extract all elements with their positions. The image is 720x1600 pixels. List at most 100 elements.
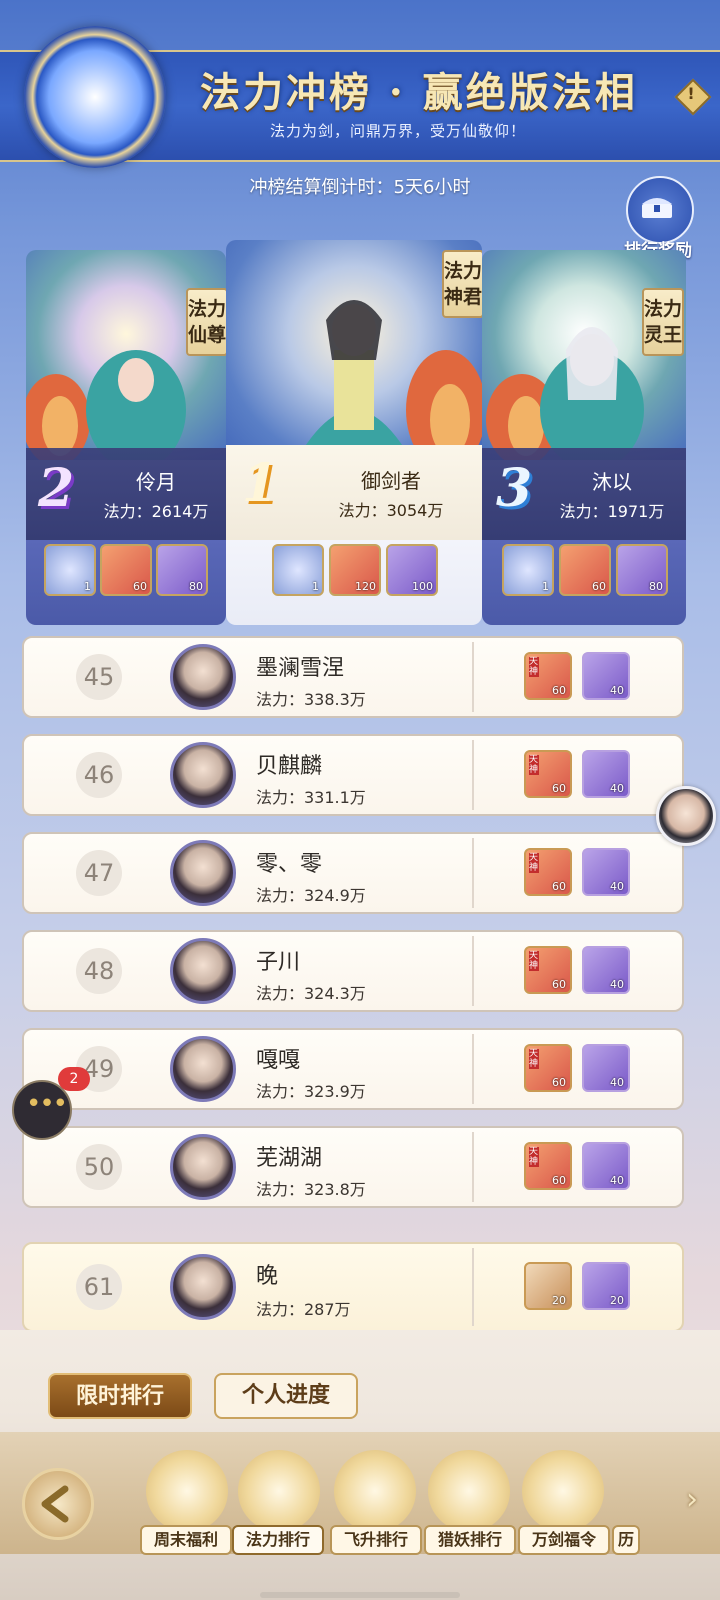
podium-rank-3[interactable]: 法力灵王 3 沐以 法力：1971万 1 60 80 — [482, 250, 686, 625]
leaderboard-row[interactable]: 46 贝麒麟 法力：331.1万 天神 60 40 — [22, 734, 684, 816]
rank-2-plate: 2 伶月 法力：2614万 — [26, 448, 226, 540]
player-name: 子川 — [256, 950, 301, 975]
avatar[interactable] — [170, 742, 236, 808]
rank-2-name: 伶月 — [136, 470, 176, 494]
avatar[interactable] — [170, 840, 236, 906]
token-icon[interactable] — [522, 1450, 604, 1532]
next-arrow-icon[interactable]: › — [686, 1482, 698, 1517]
purple-crystal-icon[interactable]: 80 — [156, 544, 208, 596]
item-count: 100 — [412, 580, 433, 593]
item-count: 1 — [84, 580, 91, 593]
item-count: 60 — [552, 1076, 566, 1089]
nav-sword-blessing[interactable]: 万剑福令 — [518, 1525, 610, 1555]
treasure-chest-icon — [642, 198, 672, 218]
character-card-icon[interactable]: 天神 60 — [524, 750, 572, 798]
tab-personal-progress[interactable]: 个人进度 — [214, 1373, 358, 1419]
avatar[interactable] — [170, 1134, 236, 1200]
nav-ascension-ranking[interactable]: 飞升排行 — [330, 1525, 422, 1555]
gate-icon[interactable] — [428, 1450, 510, 1532]
character-card-icon[interactable]: 120 — [329, 544, 381, 596]
my-rank-row[interactable]: 61 晚 法力：287万 20 20 — [22, 1242, 684, 1332]
leaderboard-row[interactable]: 50 芜湖湖 法力：323.8万 天神 60 40 — [22, 1126, 684, 1208]
purple-crystal-icon[interactable]: 40 — [582, 652, 630, 700]
item-count: 60 — [552, 1174, 566, 1187]
card-tag: 天神 — [529, 853, 539, 873]
nav-monster-hunt-ranking[interactable]: 猎妖排行 — [424, 1525, 516, 1555]
player-name: 芜湖湖 — [256, 1146, 323, 1171]
purple-crystal-icon[interactable]: 100 — [386, 544, 438, 596]
nav-weekend-welfare[interactable]: 周末福利 — [140, 1525, 232, 1555]
avatar[interactable] — [170, 1036, 236, 1102]
divider — [472, 642, 474, 712]
divider — [472, 1132, 474, 1202]
divider — [472, 838, 474, 908]
avatar[interactable] — [170, 938, 236, 1004]
purple-crystal-icon[interactable]: 20 — [582, 1262, 630, 1310]
purple-crystal-icon[interactable]: 80 — [616, 544, 668, 596]
phoenix-feathers-icon — [26, 350, 186, 460]
countdown-text: 冲榜结算倒计时：5天6小时 — [249, 177, 471, 198]
player-name: 晚 — [256, 1264, 279, 1289]
rank-number: 45 — [76, 654, 122, 700]
item-count: 60 — [552, 978, 566, 991]
item-count: 40 — [610, 880, 624, 893]
back-button[interactable] — [22, 1468, 94, 1540]
podium-rank-2[interactable]: 法力仙尊 2 伶月 法力：2614万 1 60 80 — [26, 250, 226, 625]
frog-icon[interactable] — [146, 1450, 228, 1532]
card-tag: 天神 — [529, 657, 539, 677]
ring-icon[interactable]: 1 — [44, 544, 96, 596]
player-avatar-frame[interactable] — [24, 26, 166, 168]
character-card-icon[interactable]: 天神 60 — [524, 946, 572, 994]
card-tag: 天神 — [529, 951, 539, 971]
chat-bubble-icon: ••• — [26, 1089, 68, 1119]
nav-power-ranking[interactable]: 法力排行 — [232, 1525, 324, 1555]
character-card-icon[interactable]: 天神 60 — [524, 848, 572, 896]
purple-crystal-icon[interactable]: 40 — [582, 848, 630, 896]
divider — [472, 1248, 474, 1326]
rank-3-rewards: 1 60 80 — [482, 540, 686, 625]
rank-2-power: 法力：2614万 — [103, 502, 209, 521]
divider — [472, 1034, 474, 1104]
avatar[interactable] — [170, 644, 236, 710]
ring-icon[interactable]: 1 — [502, 544, 554, 596]
character-card-icon[interactable]: 天神 60 — [524, 1142, 572, 1190]
rank-1-title-tag: 法力神君 — [442, 250, 482, 318]
item-count: 60 — [133, 580, 147, 593]
player-power: 法力：287万 — [256, 1300, 351, 1319]
item-count: 1 — [312, 580, 319, 593]
podium-rank-1[interactable]: 法力神君 1 御剑者 法力：3054万 1 120 100 — [226, 240, 482, 625]
rank-1-number: 1 — [242, 453, 279, 514]
player-power: 法力：323.9万 — [256, 1082, 366, 1101]
item-count: 80 — [649, 580, 663, 593]
player-power: 法力：338.3万 — [256, 690, 366, 709]
character-card-icon[interactable]: 60 — [559, 544, 611, 596]
info-mark: ! — [687, 84, 695, 103]
home-indicator — [260, 1592, 460, 1598]
scroll-item-icon[interactable]: 20 — [524, 1262, 572, 1310]
avatar[interactable] — [170, 1254, 236, 1320]
tab-limited-ranking[interactable]: 限时排行 — [48, 1373, 192, 1419]
player-name: 贝麒麟 — [256, 754, 323, 779]
character-card-icon[interactable]: 天神 60 — [524, 1044, 572, 1092]
leaderboard-row[interactable]: 47 零、零 法力：324.9万 天神 60 40 — [22, 832, 684, 914]
leaderboard-row[interactable]: 48 子川 法力：324.3万 天神 60 40 — [22, 930, 684, 1012]
player-power: 法力：323.8万 — [256, 1180, 366, 1199]
purple-crystal-icon[interactable]: 40 — [582, 1044, 630, 1092]
rank-3-name: 沐以 — [592, 470, 632, 494]
leaderboard-row[interactable]: 45 墨澜雪涅 法力：338.3万 天神 60 40 — [22, 636, 684, 718]
rank-1-plate: 1 御剑者 法力：3054万 — [226, 445, 482, 540]
floating-assistant-avatar[interactable] — [656, 786, 716, 846]
character-card-icon[interactable]: 60 — [100, 544, 152, 596]
ring-icon[interactable]: 1 — [272, 544, 324, 596]
leaderboard-row[interactable]: 49 嘎嘎 法力：323.9万 天神 60 40 — [22, 1028, 684, 1110]
purple-crystal-icon[interactable]: 40 — [582, 1142, 630, 1190]
character-card-icon[interactable]: 天神 60 — [524, 652, 572, 700]
gate-icon[interactable] — [238, 1450, 320, 1532]
gate-icon[interactable] — [334, 1450, 416, 1532]
purple-crystal-icon[interactable]: 40 — [582, 750, 630, 798]
purple-crystal-icon[interactable]: 40 — [582, 946, 630, 994]
rank-number: 61 — [76, 1264, 122, 1310]
nav-partial-item[interactable]: 历 — [612, 1525, 640, 1555]
item-count: 40 — [610, 1076, 624, 1089]
rank-number: 46 — [76, 752, 122, 798]
